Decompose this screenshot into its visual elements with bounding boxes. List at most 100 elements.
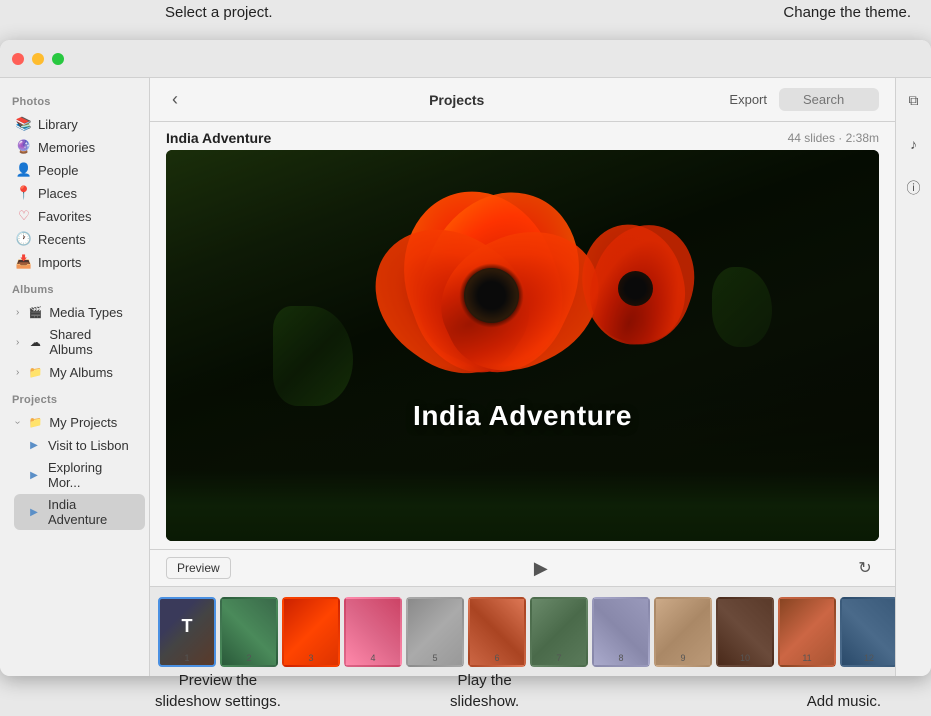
places-icon: 📍	[16, 185, 32, 201]
loop-button[interactable]: ↻	[851, 554, 879, 582]
filmstrip-thumb-11[interactable]: 11	[778, 597, 836, 667]
filmstrip-thumb-5[interactable]: 5	[406, 597, 464, 667]
minimize-button[interactable]	[32, 53, 44, 65]
annotation-change-theme: Change the theme.	[783, 4, 911, 21]
slide-title: India Adventure	[413, 400, 632, 432]
imports-icon: 📥	[16, 254, 32, 270]
filmstrip-thumb-10[interactable]: 10	[716, 597, 774, 667]
search-wrapper: 🔍	[779, 88, 879, 111]
sidebar-item-label: Imports	[38, 255, 81, 270]
annotation-play-slideshow: Play theslideshow.	[450, 670, 519, 712]
play-icon: ▶	[534, 558, 548, 579]
play-button[interactable]: ▶	[527, 554, 555, 582]
sidebar-item-favorites[interactable]: ♡ Favorites	[4, 205, 145, 227]
memories-icon: 🔮	[16, 139, 32, 155]
chevron-icon: ›	[16, 337, 19, 348]
filmstrip: T123456789101112131415+	[150, 586, 895, 676]
sidebar-item-exploring-mor[interactable]: ▶ Exploring Mor...	[14, 457, 145, 493]
filmstrip-thumb-4[interactable]: 4	[344, 597, 402, 667]
slideshow-icon: ▶	[26, 437, 42, 453]
right-panel: ⧉ ♪ ⓘ	[895, 78, 931, 676]
my-albums-icon: 📁	[27, 364, 43, 380]
sidebar-item-label: India Adventure	[48, 497, 133, 527]
sidebar-item-recents[interactable]: 🕐 Recents	[4, 228, 145, 250]
sidebar-item-memories[interactable]: 🔮 Memories	[4, 136, 145, 158]
close-button[interactable]	[12, 53, 24, 65]
library-icon: 📚	[16, 116, 32, 132]
people-icon: 👤	[16, 162, 32, 178]
sidebar-item-my-projects[interactable]: › 📁 My Projects	[4, 411, 145, 433]
export-button[interactable]: Export	[729, 92, 767, 107]
project-header: India Adventure 44 slides · 2:38m	[150, 122, 895, 150]
sidebar-item-imports[interactable]: 📥 Imports	[4, 251, 145, 273]
content-area: Photos 📚 Library 🔮 Memories 👤 People 📍 P…	[0, 78, 931, 676]
filmstrip-thumb-1[interactable]: T1	[158, 597, 216, 667]
sidebar-item-library[interactable]: 📚 Library	[4, 113, 145, 135]
main-panel: ‹ Projects Export 🔍 India Adventure 44 s…	[150, 78, 895, 676]
slideshow-icon: ▶	[26, 504, 42, 520]
preview-button[interactable]: Preview	[166, 557, 231, 579]
back-button[interactable]: ‹	[166, 87, 184, 112]
sidebar-item-label: Places	[38, 186, 77, 201]
loop-icon: ↻	[858, 560, 871, 577]
filmstrip-thumb-6[interactable]: 6	[468, 597, 526, 667]
bottom-bar: Preview ▶ ↻	[150, 549, 895, 586]
sidebar-item-visit-lisbon[interactable]: ▶ Visit to Lisbon	[14, 434, 145, 456]
filmstrip-thumb-9[interactable]: 9	[654, 597, 712, 667]
shared-albums-icon: ☁	[27, 334, 43, 350]
sidebar: Photos 📚 Library 🔮 Memories 👤 People 📍 P…	[0, 78, 150, 676]
titlebar	[0, 40, 931, 78]
chevron-icon: ›	[12, 420, 23, 423]
sidebar-item-media-types[interactable]: › 🎬 Media Types	[4, 301, 145, 323]
search-input[interactable]	[779, 88, 879, 111]
recents-icon: 🕐	[16, 231, 32, 247]
sidebar-item-label: Media Types	[49, 305, 122, 320]
filmstrip-thumb-8[interactable]: 8	[592, 597, 650, 667]
sidebar-item-shared-albums[interactable]: › ☁ Shared Albums	[4, 324, 145, 360]
sidebar-item-label: People	[38, 163, 78, 178]
slideshow-icon: ▶	[26, 467, 42, 483]
projects-sub-list: ▶ Visit to Lisbon ▶ Exploring Mor... ▶ I…	[0, 434, 149, 530]
sidebar-item-india-adventure[interactable]: ▶ India Adventure	[14, 494, 145, 530]
projects-section-title: Projects	[0, 384, 149, 410]
project-area: India Adventure 44 slides · 2:38m	[150, 122, 895, 676]
chevron-icon: ›	[16, 307, 19, 318]
favorites-icon: ♡	[16, 208, 32, 224]
sidebar-item-label: Memories	[38, 140, 95, 155]
second-poppy	[558, 209, 718, 399]
copy-icon[interactable]: ⧉	[900, 86, 928, 114]
slideshow-image: India Adventure	[166, 150, 879, 541]
chevron-icon: ›	[16, 367, 19, 378]
filmstrip-thumb-3[interactable]: 3	[282, 597, 340, 667]
music-icon[interactable]: ♪	[900, 130, 928, 158]
annotation-preview-settings: Preview theslideshow settings.	[155, 670, 281, 712]
sidebar-item-label: Recents	[38, 232, 86, 247]
sidebar-item-label: Library	[38, 117, 78, 132]
sidebar-item-label: My Albums	[49, 365, 113, 380]
traffic-lights	[12, 53, 64, 65]
info-icon[interactable]: ⓘ	[900, 174, 928, 202]
project-name: India Adventure	[166, 130, 271, 146]
sidebar-item-label: Favorites	[38, 209, 91, 224]
project-meta: 44 slides · 2:38m	[788, 131, 879, 145]
albums-section-title: Albums	[0, 274, 149, 300]
filmstrip-thumb-2[interactable]: 2	[220, 597, 278, 667]
main-window: Photos 📚 Library 🔮 Memories 👤 People 📍 P…	[0, 40, 931, 676]
filmstrip-thumb-7[interactable]: 7	[530, 597, 588, 667]
my-projects-icon: 📁	[27, 414, 43, 430]
filmstrip-thumb-12[interactable]: 12	[840, 597, 895, 667]
sidebar-item-people[interactable]: 👤 People	[4, 159, 145, 181]
sidebar-item-my-albums[interactable]: › 📁 My Albums	[4, 361, 145, 383]
slideshow-preview: India Adventure	[166, 150, 879, 541]
sidebar-item-label: My Projects	[49, 415, 117, 430]
toolbar: ‹ Projects Export 🔍	[150, 78, 895, 122]
sidebar-item-label: Exploring Mor...	[48, 460, 133, 490]
toolbar-title: Projects	[196, 92, 717, 108]
sidebar-item-places[interactable]: 📍 Places	[4, 182, 145, 204]
maximize-button[interactable]	[52, 53, 64, 65]
sidebar-item-label: Visit to Lisbon	[48, 438, 129, 453]
annotation-add-music: Add music.	[807, 691, 881, 712]
sidebar-item-label: Shared Albums	[49, 327, 133, 357]
annotation-select-project: Select a project.	[165, 4, 273, 21]
media-types-icon: 🎬	[27, 304, 43, 320]
